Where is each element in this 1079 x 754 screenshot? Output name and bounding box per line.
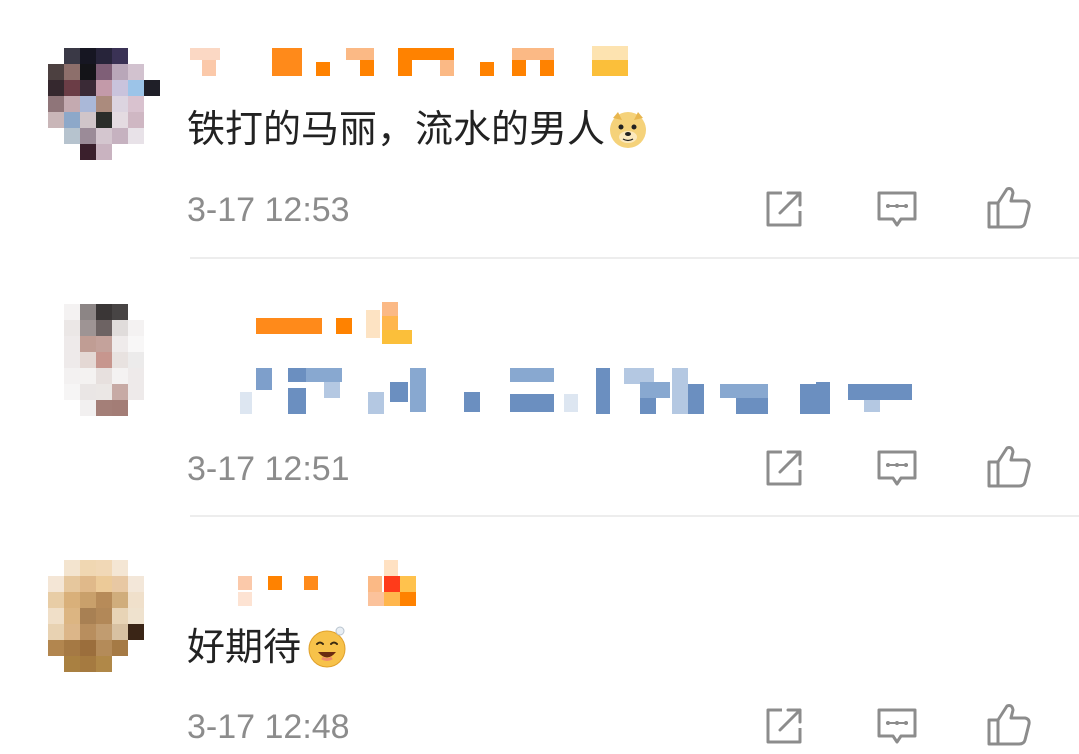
divider	[190, 515, 1079, 517]
avatar[interactable]	[48, 304, 160, 416]
username-pixelated[interactable]	[190, 44, 650, 80]
username-pixelated[interactable]	[238, 560, 438, 606]
comment-icon	[877, 191, 917, 227]
comment-button[interactable]	[873, 185, 921, 233]
username-pixelated[interactable]	[256, 302, 476, 344]
repost-button[interactable]	[760, 702, 808, 750]
doge-emoji-icon	[607, 108, 649, 150]
comment-text-pixelated	[240, 368, 920, 414]
comment-timestamp: 3-17 12:53	[187, 191, 350, 229]
comment-text-label: 好期待	[187, 625, 302, 669]
comment-timestamp: 3-17 12:48	[187, 708, 350, 746]
repost-icon	[766, 191, 802, 227]
comment-button[interactable]	[873, 444, 921, 492]
avatar[interactable]	[48, 48, 160, 160]
comment-text: 好期待	[187, 622, 351, 672]
thumbs-up-icon	[987, 446, 1031, 488]
repost-button[interactable]	[760, 185, 808, 233]
repost-icon	[766, 708, 802, 744]
avatar[interactable]	[48, 560, 160, 672]
thumbs-up-icon	[987, 187, 1031, 229]
comment-text: 铁打的马丽，流水的男人	[187, 104, 649, 154]
thumbs-up-icon	[987, 704, 1031, 746]
comment-button[interactable]	[873, 702, 921, 750]
comment-timestamp: 3-17 12:51	[187, 450, 350, 488]
repost-button[interactable]	[760, 444, 808, 492]
like-button[interactable]	[985, 183, 1033, 231]
comment-icon	[877, 708, 917, 744]
like-button[interactable]	[985, 700, 1033, 748]
comment-text-label: 铁打的马丽，流水的男人	[187, 107, 606, 151]
comment-icon	[877, 450, 917, 486]
repost-icon	[766, 450, 802, 486]
grin-emoji-icon	[303, 623, 351, 671]
divider	[190, 257, 1079, 259]
like-button[interactable]	[985, 442, 1033, 490]
